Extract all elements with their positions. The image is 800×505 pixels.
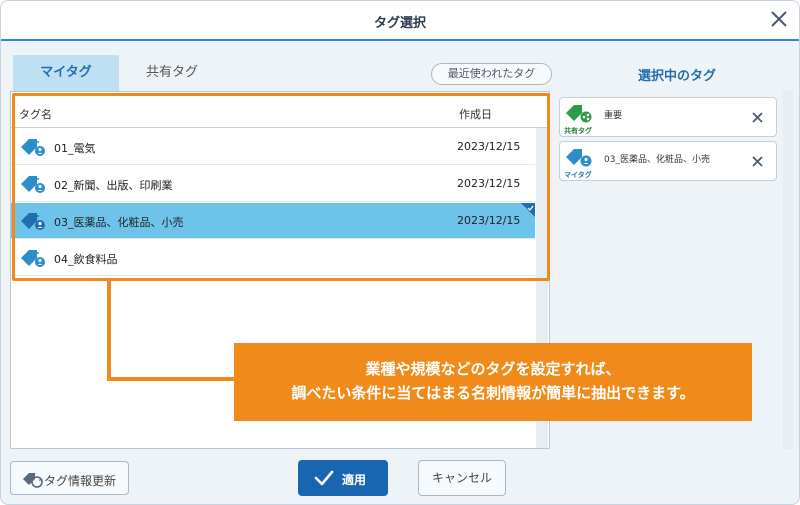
tag-select-dialog: タグ選択 マイタグ 共有タグ 最近使われたタグ タグ名 作成日 01_電気 20… [0,0,800,505]
recent-tags-button[interactable]: 最近使われたタグ [431,63,552,85]
cancel-button[interactable]: キャンセル [418,460,506,496]
title-bar: タグ選択 [1,1,799,41]
callout-line: 業種や規模などのタグを設定すれば、 [365,360,621,378]
close-icon[interactable] [769,9,789,29]
selected-tag-chip: マイタグ 03_医薬品、化粧品、小売 [559,141,777,181]
tag-date: 2023/12/15 [457,177,521,190]
apply-button[interactable]: 適用 [298,460,388,496]
column-header-name[interactable]: タグ名 [19,106,52,122]
selected-tags-title: 選択中のタグ [637,69,716,84]
checkmark-corner-icon [521,203,535,217]
dialog-title: タグ選択 [373,16,426,31]
shared-tag-icon [566,105,592,123]
refresh-label: タグ情報更新 [44,474,117,488]
my-tag-icon [21,250,45,267]
tab-mytag[interactable]: マイタグ [13,55,119,91]
table-row-selected[interactable]: 03_医薬品、化粧品、小売 2023/12/15 [11,203,535,239]
callout-line: 調べたい条件に当てはまる名刺情報が簡単に抽出できます。 [291,384,695,402]
callout-box: 業種や規模などのタグを設定すれば、 調べたい条件に当てはまる名刺情報が簡単に抽出… [234,343,752,421]
remove-tag-icon[interactable] [751,155,764,168]
table-row[interactable]: 04_飲食料品 [11,240,535,276]
column-header-date[interactable]: 作成日 [459,106,492,122]
selected-tag-chip: 共有タグ 重要 [559,97,777,137]
my-tag-icon [21,213,45,230]
callout-connector [107,377,237,381]
tag-name: 01_電気 [54,142,96,155]
tag-source-label: マイタグ [564,171,592,179]
tag-date: 2023/12/15 [457,214,521,227]
tab-shared[interactable]: 共有タグ [119,55,225,91]
apply-label: 適用 [342,473,367,487]
checkmark-icon [314,470,334,486]
tag-source-label: 共有タグ [564,127,592,135]
tag-name: 03_医薬品、化粧品、小売 [54,216,184,229]
table-row[interactable]: 01_電気 2023/12/15 [11,129,535,165]
table-row[interactable]: 02_新聞、出版、印刷業 2023/12/15 [11,166,535,202]
callout-connector [107,281,111,381]
my-tag-icon [566,149,592,167]
tag-name: 04_飲食料品 [54,253,118,266]
selected-tags-scrollbar[interactable] [783,91,793,449]
tag-name: 03_医薬品、化粧品、小売 [604,155,710,165]
my-tag-icon [21,139,45,156]
remove-tag-icon[interactable] [751,111,764,124]
tag-name: 重要 [604,111,623,121]
my-tag-icon [21,176,45,193]
tag-date: 2023/12/15 [457,140,521,153]
refresh-tags-button[interactable]: タグ情報更新 [10,461,129,495]
list-header: タグ名 作成日 [11,92,549,128]
refresh-tag-icon [23,473,43,488]
tag-name: 02_新聞、出版、印刷業 [54,179,173,192]
